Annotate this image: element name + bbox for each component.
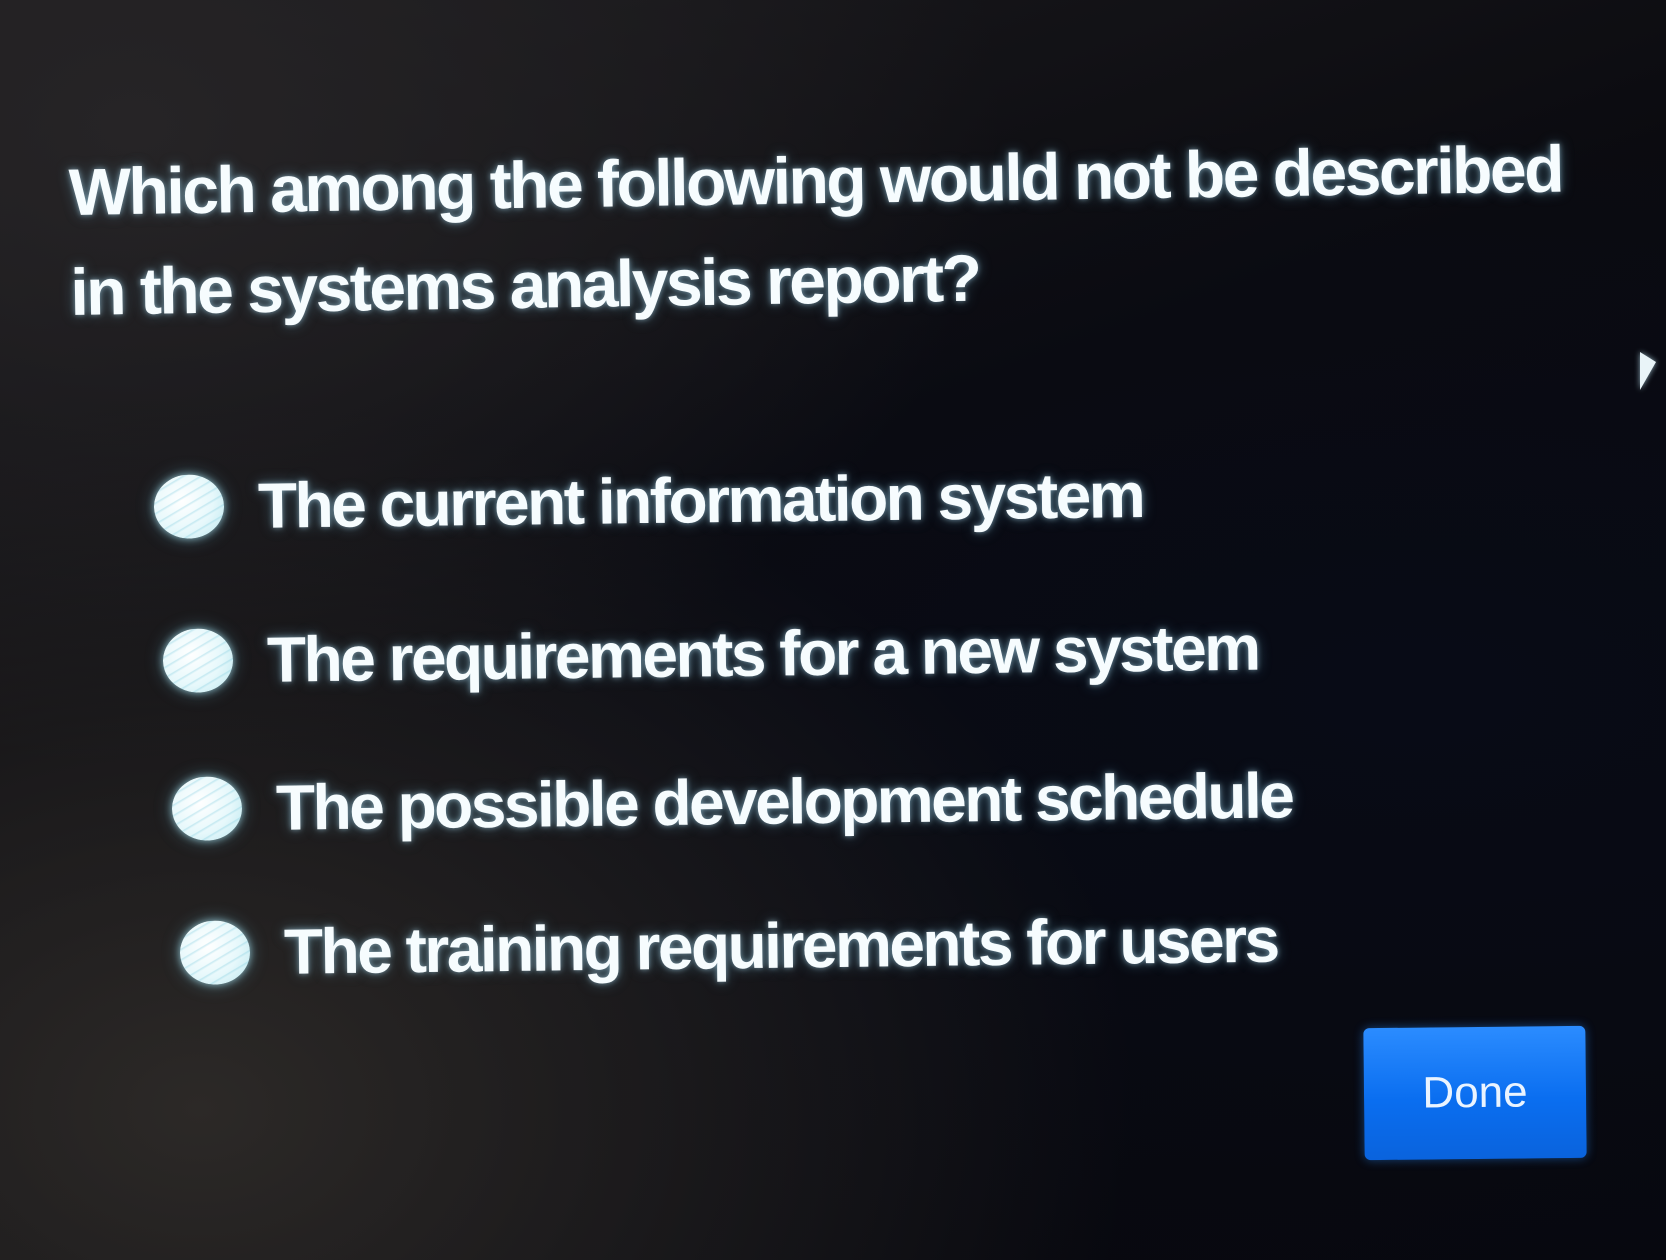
option-current-information-system[interactable]: The current information system — [153, 458, 1144, 544]
radio-button-icon[interactable] — [162, 628, 234, 693]
radio-button-icon[interactable] — [171, 776, 243, 841]
option-label: The current information system — [257, 458, 1144, 542]
option-label: The possible development schedule — [275, 759, 1293, 844]
done-button[interactable]: Done — [1363, 1025, 1587, 1161]
option-label: The requirements for a new system — [266, 611, 1259, 696]
quiz-screen: Which among the following would not be d… — [0, 0, 1666, 1260]
option-requirements-new-system[interactable]: The requirements for a new system — [162, 611, 1259, 698]
option-label: The training requirements for users — [283, 903, 1278, 988]
option-possible-development-schedule[interactable]: The possible development schedule — [171, 758, 1293, 846]
mouse-cursor-icon — [1640, 352, 1656, 390]
option-training-requirements-users[interactable]: The training requirements for users — [179, 903, 1278, 990]
radio-button-icon[interactable] — [179, 920, 251, 985]
radio-button-icon[interactable] — [153, 474, 225, 539]
